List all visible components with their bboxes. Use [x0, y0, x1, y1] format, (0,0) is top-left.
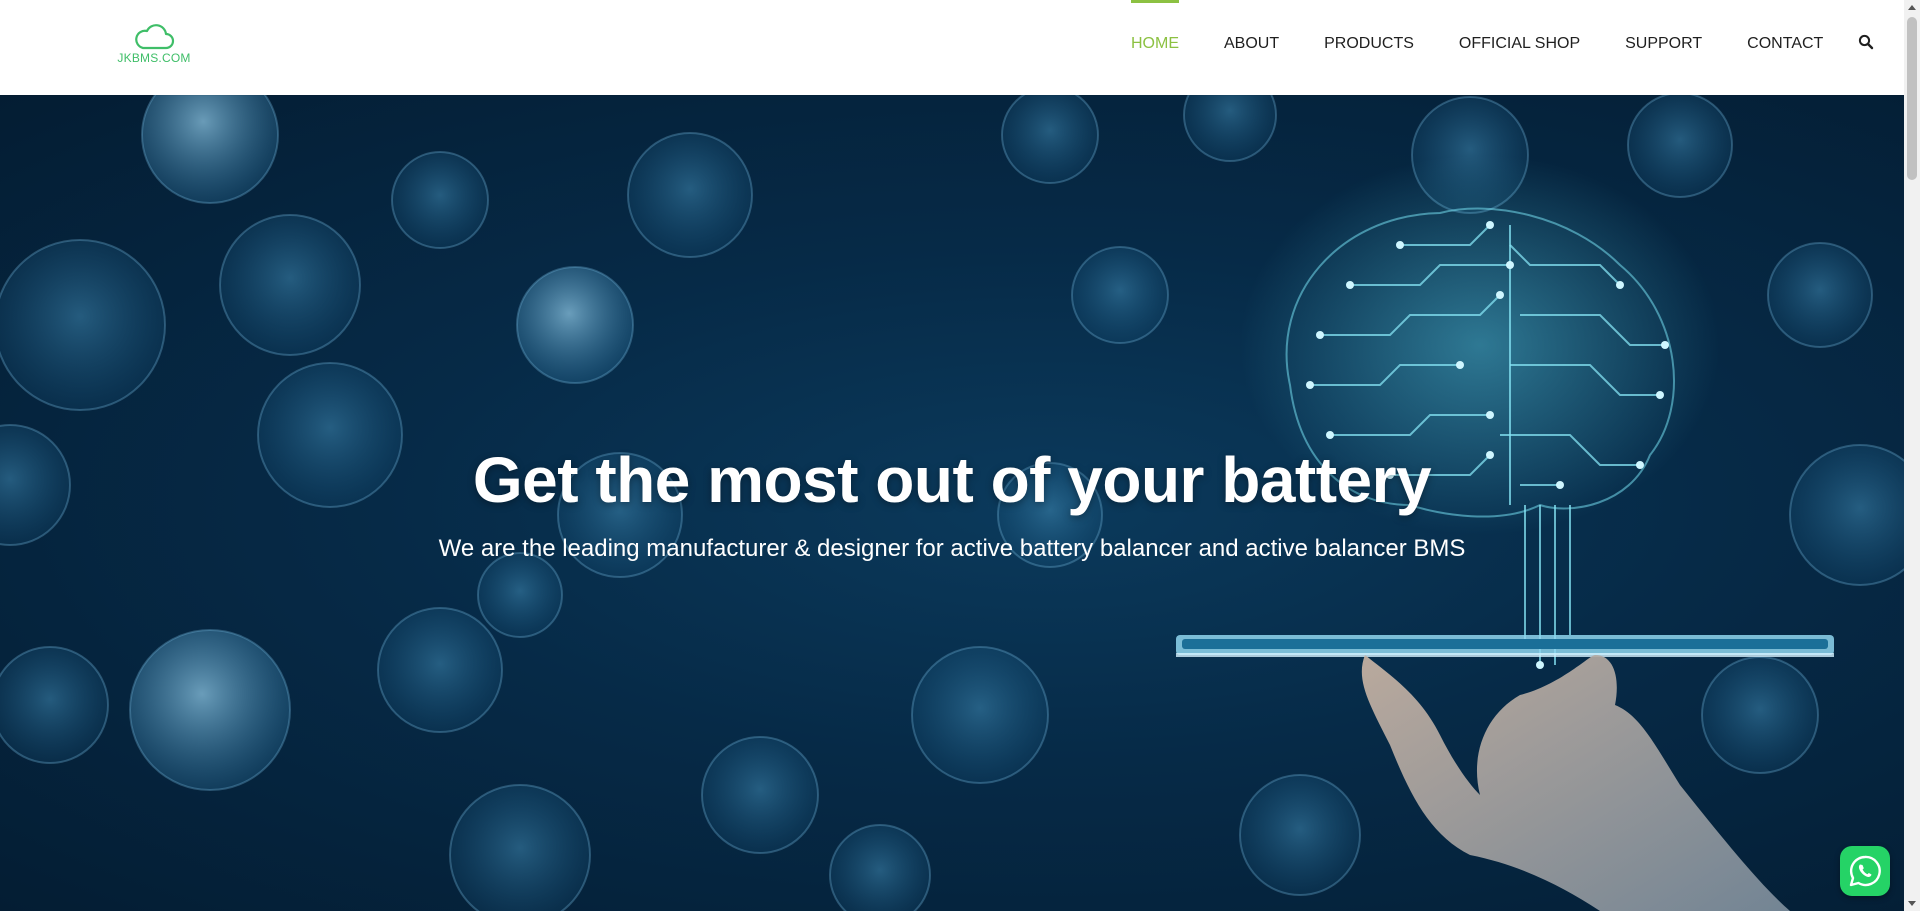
nav-item-label: CONTACT [1747, 35, 1824, 52]
scrollbar-thumb[interactable] [1907, 17, 1917, 180]
nav-item-label: SUPPORT [1625, 35, 1703, 52]
hero-banner: Get the most out of your battery We are … [0, 95, 1904, 911]
whatsapp-icon [1849, 855, 1881, 887]
search-button[interactable] [1858, 34, 1878, 54]
cloud-icon [135, 24, 175, 50]
nav-item-official-shop[interactable]: OFFICIAL SHOP [1459, 0, 1580, 95]
scroll-down-arrow-icon[interactable] [1908, 901, 1916, 906]
nav-item-label: ABOUT [1224, 35, 1280, 52]
page: JKBMS.COM HOME ABOUT PRODUCTS OFFICIAL S… [0, 0, 1920, 911]
site-logo[interactable]: JKBMS.COM [112, 24, 196, 68]
circuit-brain [1240, 155, 1720, 669]
search-icon [1858, 34, 1874, 50]
scroll-up-arrow-icon[interactable] [1908, 5, 1916, 10]
nav-item-support[interactable]: SUPPORT [1625, 0, 1702, 95]
nav-item-about[interactable]: ABOUT [1224, 0, 1279, 95]
site-header: JKBMS.COM HOME ABOUT PRODUCTS OFFICIAL S… [0, 0, 1904, 95]
tablet-illustration [1176, 635, 1834, 657]
nav-item-contact[interactable]: CONTACT [1747, 0, 1823, 95]
nav-item-home[interactable]: HOME [1131, 0, 1179, 95]
whatsapp-button[interactable] [1840, 846, 1890, 896]
nav-item-products[interactable]: PRODUCTS [1324, 0, 1414, 95]
logo-text: JKBMS.COM [117, 51, 191, 65]
nav-item-label: HOME [1131, 35, 1179, 52]
hero-title: Get the most out of your battery [472, 444, 1432, 516]
nav-item-label: OFFICIAL SHOP [1458, 35, 1581, 52]
main-nav: HOME ABOUT PRODUCTS OFFICIAL SHOP SUPPOR… [1131, 0, 1868, 95]
hero-subtitle: We are the leading manufacturer & design… [438, 535, 1466, 562]
nav-item-label: PRODUCTS [1324, 35, 1414, 52]
page-scrollbar[interactable] [1904, 0, 1920, 911]
